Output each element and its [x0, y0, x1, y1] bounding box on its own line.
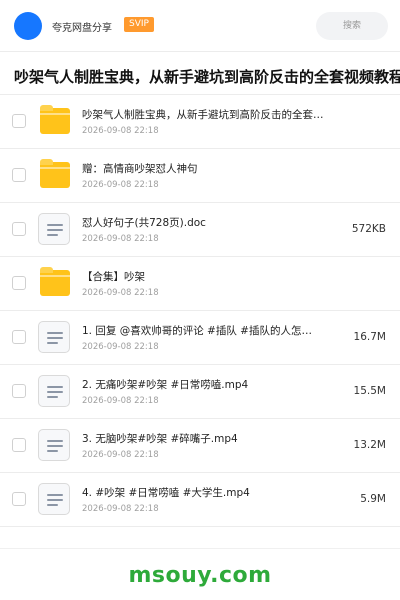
- row-checkbox[interactable]: [12, 114, 26, 128]
- file-size: 5.9M: [360, 493, 386, 505]
- file-row[interactable]: 2. 无痛吵架#吵架 #日常唠嗑.mp4 2026-09-08 22:18 15.5…: [0, 365, 400, 419]
- file-row[interactable]: 4. #吵架 #日常唠嗑 #大学生.mp4 2026-09-08 22:18 5.9…: [0, 473, 400, 527]
- app-name: 夸克网盘分享: [52, 23, 112, 34]
- row-checkbox[interactable]: [12, 438, 26, 452]
- header: 夸克网盘分享 SVIP 搜索: [0, 0, 400, 52]
- file-size: 16.7M: [353, 331, 386, 343]
- file-row[interactable]: 1. 回复 @喜欢帅哥的评论 #插队 #插队的人怎… 2026-09-08 22:…: [0, 311, 400, 365]
- file-name[interactable]: 2. 无痛吵架#吵架 #日常唠嗑.mp4: [82, 377, 330, 392]
- file-size: 13.2M: [353, 439, 386, 451]
- file-name[interactable]: 怼人好句子(共728页).doc: [82, 215, 330, 230]
- folder-icon: [40, 105, 70, 134]
- row-checkbox[interactable]: [12, 168, 26, 182]
- file-date: 2026-09-08 22:18: [82, 396, 159, 406]
- file-name[interactable]: 4. #吵架 #日常唠嗑 #大学生.mp4: [82, 485, 330, 500]
- folder-icon: [40, 267, 70, 296]
- folder-row[interactable]: 吵架气人制胜宝典，从新手避坑到高阶反击的全套视频教程 2026-09-08 22:…: [0, 95, 400, 149]
- file-name[interactable]: 1. 回复 @喜欢帅哥的评论 #插队 #插队的人怎…: [82, 323, 330, 338]
- search-button[interactable]: 搜索: [316, 12, 388, 40]
- file-name[interactable]: 吵架气人制胜宝典，从新手避坑到高阶反击的全套视频教程: [82, 107, 330, 122]
- document-icon: [38, 429, 70, 461]
- file-size: 15.5M: [353, 385, 386, 397]
- folder-row[interactable]: 【合集】吵架 2026-09-08 22:18: [0, 257, 400, 311]
- document-icon: [38, 213, 70, 245]
- document-icon: [38, 321, 70, 353]
- file-date: 2026-09-08 22:18: [82, 342, 159, 352]
- file-name[interactable]: 3. 无脑吵架#吵架 #碎嘴子.mp4: [82, 431, 330, 446]
- file-date: 2026-09-08 22:18: [82, 126, 159, 136]
- file-date: 2026-09-08 22:18: [82, 504, 159, 514]
- file-name[interactable]: 赠：高情商吵架怼人神句: [82, 161, 330, 176]
- folder-icon: [40, 159, 70, 188]
- file-size: 572KB: [351, 223, 386, 235]
- folder-row[interactable]: 赠：高情商吵架怼人神句 2026-09-08 22:18: [0, 149, 400, 203]
- file-date: 2026-09-08 22:18: [82, 180, 159, 190]
- file-date: 2026-09-08 22:18: [82, 234, 159, 244]
- file-name[interactable]: 【合集】吵架: [82, 269, 330, 284]
- row-checkbox[interactable]: [12, 492, 26, 506]
- document-icon: [38, 483, 70, 515]
- row-checkbox[interactable]: [12, 276, 26, 290]
- file-date: 2026-09-08 22:18: [82, 450, 159, 460]
- row-checkbox[interactable]: [12, 222, 26, 236]
- file-date: 2026-09-08 22:18: [82, 288, 159, 298]
- row-checkbox[interactable]: [12, 384, 26, 398]
- file-row[interactable]: 3. 无脑吵架#吵架 #碎嘴子.mp4 2026-09-08 22:18 13.2M: [0, 419, 400, 473]
- svip-badge: SVIP: [124, 17, 154, 32]
- document-icon: [38, 375, 70, 407]
- file-row[interactable]: 怼人好句子(共728页).doc 2026-09-08 22:18 572KB: [0, 203, 400, 257]
- row-checkbox[interactable]: [12, 330, 26, 344]
- avatar[interactable]: [14, 12, 42, 40]
- page-title: 吵架气人制胜宝典，从新手避坑到高阶反击的全套视频教程: [14, 68, 400, 86]
- watermark: msouy.com: [128, 563, 272, 588]
